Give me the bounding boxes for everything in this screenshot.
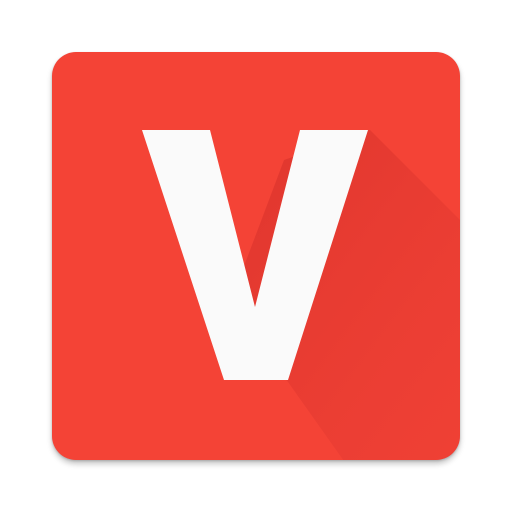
v-letter-logo <box>142 130 460 460</box>
app-icon[interactable] <box>52 52 460 460</box>
app-icon-canvas <box>0 0 512 512</box>
